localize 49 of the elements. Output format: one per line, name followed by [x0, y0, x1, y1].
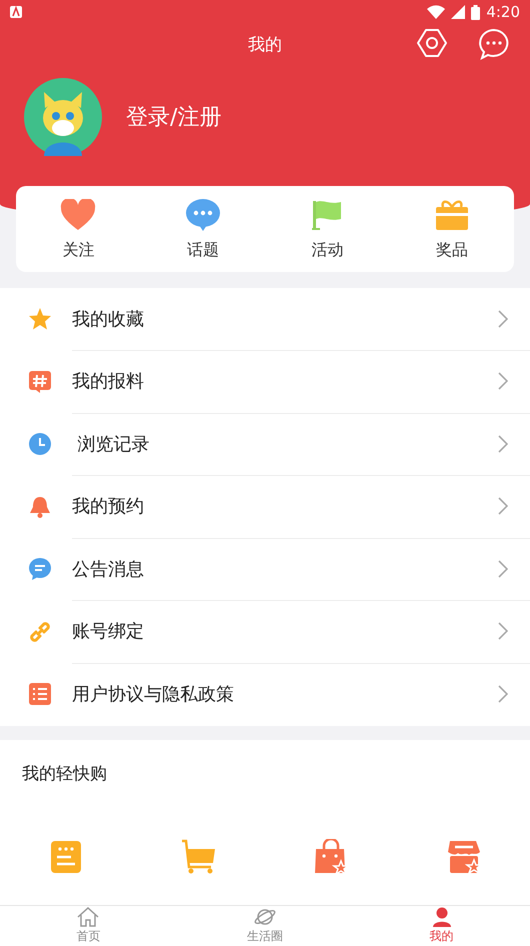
tab[interactable]: 首页	[0, 906, 177, 946]
person-icon	[430, 907, 453, 927]
flag-icon	[311, 198, 344, 230]
chevron-icon	[498, 560, 508, 578]
message-icon	[28, 557, 52, 582]
bell-icon	[28, 494, 52, 519]
link-icon	[28, 620, 52, 644]
chevron-icon	[498, 622, 508, 640]
chat-bubble-icon	[184, 198, 221, 232]
battery-icon	[471, 4, 480, 20]
planet-icon	[254, 907, 276, 927]
login-register-link[interactable]: 登录/注册	[126, 102, 222, 132]
store-icon	[446, 840, 482, 874]
status-time: 4:20	[486, 3, 520, 21]
chevron-icon	[498, 372, 508, 390]
gift-icon	[434, 198, 469, 230]
quick-action-label[interactable]: 话题	[186, 240, 219, 260]
page-title: 我的	[248, 34, 282, 56]
hashtag-icon	[28, 370, 52, 394]
chevron-icon	[498, 685, 508, 704]
star-icon	[28, 307, 52, 332]
heart-icon	[60, 198, 96, 230]
chevron-icon	[498, 434, 508, 453]
wifi-icon	[427, 5, 446, 19]
quick-action-label[interactable]: 奖品	[436, 240, 468, 260]
home-icon	[77, 907, 100, 927]
tab[interactable]: 我的	[353, 906, 530, 946]
chevron-icon	[498, 310, 508, 328]
receipt-icon	[51, 840, 82, 872]
cart-icon	[180, 838, 217, 874]
signal-icon	[451, 5, 466, 19]
menu-item[interactable]: 我的预约	[72, 494, 498, 518]
quick-action-label[interactable]: 关注	[62, 240, 94, 260]
menu-item[interactable]: 公告消息	[72, 556, 498, 581]
section-title: 我的轻快购	[21, 762, 108, 784]
menu-item[interactable]: 用户协议与隐私政策	[72, 682, 498, 706]
message-icon[interactable]	[478, 28, 510, 60]
menu-item[interactable]: 浏览记录	[72, 432, 498, 456]
notification-icon	[10, 6, 22, 18]
settings-icon[interactable]	[416, 28, 448, 58]
tab[interactable]: 生活圈	[176, 906, 354, 946]
menu-item[interactable]: 账号绑定	[72, 619, 498, 644]
menu-item[interactable]: 我的收藏	[72, 306, 498, 331]
menu-item[interactable]: 我的报料	[72, 369, 498, 394]
quick-action-label[interactable]: 活动	[311, 240, 344, 260]
list-icon	[28, 682, 52, 706]
clock-icon	[28, 432, 52, 456]
avatar[interactable]	[24, 78, 102, 156]
chevron-icon	[498, 497, 508, 516]
